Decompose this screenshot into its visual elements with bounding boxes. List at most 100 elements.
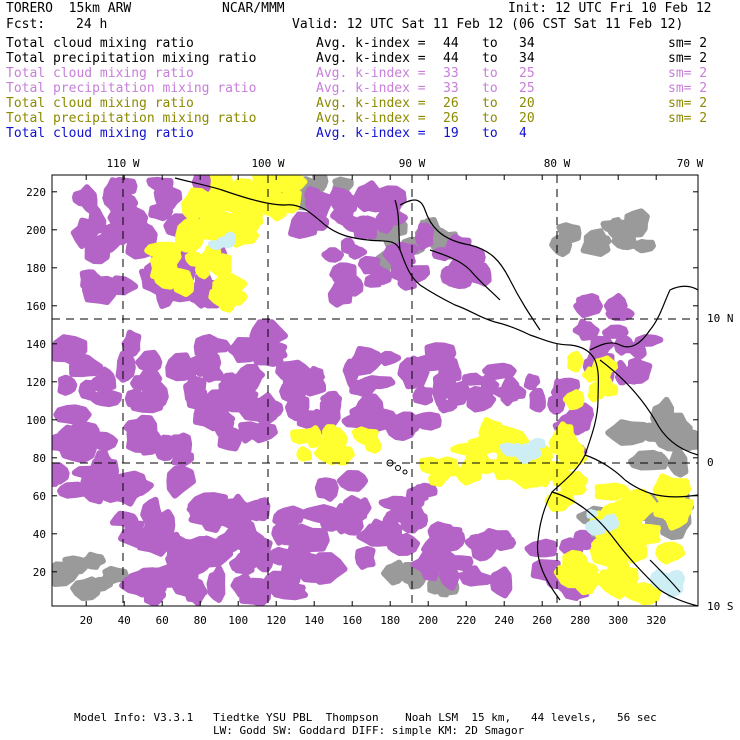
y-axis-labels: 20 40 60 80 100 120 140 160 180 200 220 (26, 186, 46, 579)
cloud-blob (528, 438, 546, 450)
cloud-blob (594, 482, 631, 501)
x-tick-label: 260 (532, 614, 552, 627)
y-tick-label: 220 (26, 186, 46, 199)
cloud-blob (489, 566, 513, 599)
y-tick-label: 80 (33, 452, 46, 465)
x-tick-label: 60 (156, 614, 169, 627)
cloud-blob (390, 254, 414, 283)
cloud-blob (357, 255, 381, 275)
cloud-blob (290, 428, 317, 445)
cloud-blob (53, 404, 92, 425)
cloud-blob (333, 443, 355, 466)
cloud-blob (462, 565, 483, 585)
cloud-blob (314, 477, 339, 502)
cloud-blob (526, 462, 555, 488)
cloud-blob (69, 352, 104, 378)
cloud-blob (121, 329, 142, 359)
cloud-blob (71, 465, 116, 482)
cloud-blob (627, 340, 647, 360)
cloud-blob (52, 470, 67, 487)
cloud-blob (184, 583, 207, 606)
cloud-blob (600, 219, 632, 233)
cloud-blob (307, 366, 325, 383)
cloud-blob (572, 321, 600, 341)
cloud-blob (417, 355, 449, 370)
x-tick-label: 20 (80, 614, 93, 627)
x-tick-label: 100 (228, 614, 248, 627)
cloud-blob (613, 552, 631, 580)
cloud-blob (320, 390, 342, 406)
y-tick-label: 60 (33, 490, 46, 503)
cloud-blob (549, 234, 573, 258)
cloud-blob (89, 389, 122, 408)
cloud-blob (287, 549, 318, 579)
cloud-blob (529, 388, 546, 413)
cloud-blob (342, 358, 361, 385)
cloud-blob (433, 464, 450, 483)
y-tick-label: 140 (26, 338, 46, 351)
x-tick-label: 180 (380, 614, 400, 627)
cloud-blob (89, 431, 118, 451)
cloud-blob (57, 374, 78, 396)
cloud-blob (247, 422, 278, 444)
cloud-blob (146, 176, 174, 192)
cloud-blob (200, 245, 222, 267)
physics-info: LW: Godd SW: Goddard DIFF: simple KM: 2D… (213, 724, 525, 737)
x-tick-label: 140 (304, 614, 324, 627)
cloud-blob (580, 228, 611, 257)
cloud-blob (135, 349, 163, 374)
cloud-blob (231, 521, 265, 554)
cloud-blob (246, 499, 266, 522)
weather-map: 20 40 60 80 100 120 140 160 180 200 220 20 40 60 80 10… (26, 157, 734, 627)
cloud-blob (206, 565, 226, 603)
cloud-blob (602, 324, 629, 339)
y-tick-label: 120 (26, 376, 46, 389)
cloud-blob (605, 306, 635, 321)
cloud-blob (628, 449, 670, 471)
cloud-blob (544, 490, 575, 512)
cloud-blob (134, 425, 164, 456)
cloud-blob (208, 240, 225, 250)
cloud-blob (579, 293, 600, 308)
cloud-blob (480, 373, 500, 397)
cloud-blob (200, 365, 226, 383)
model-info: Model Info: V3.3.1 Tiedtke YSU PBL Thomp… (74, 711, 657, 724)
cloud-blob (224, 231, 236, 243)
cloud-blob (414, 222, 435, 251)
cloud-blob (562, 389, 585, 411)
cloud-blob (331, 265, 350, 286)
cloud-blob (438, 560, 461, 591)
x-tick-label: 280 (570, 614, 590, 627)
y-tick-label: 200 (26, 224, 46, 237)
x-tick-label: 200 (418, 614, 438, 627)
cloud-blob (353, 215, 377, 240)
cloud-blob (208, 287, 234, 308)
cloud-blob (171, 451, 195, 467)
cloud-blob (500, 377, 521, 407)
cloud-blob (462, 372, 486, 386)
cloud-blob (573, 529, 591, 546)
cloud-blob (157, 509, 176, 543)
x-tick-label: 120 (266, 614, 286, 627)
cloud-fields (52, 175, 698, 606)
lon-label: 70 W (677, 157, 704, 170)
cloud-blob (575, 568, 601, 596)
cloud-blob (649, 568, 674, 590)
x-tick-label: 160 (342, 614, 362, 627)
lon-label: 90 W (399, 157, 426, 170)
cloud-blob (141, 384, 161, 406)
cloud-blob (77, 184, 98, 215)
cloud-blob (364, 435, 382, 454)
cloud-blob (275, 359, 313, 383)
lat-label: 10 N (707, 312, 734, 325)
cloud-blob (655, 541, 686, 565)
cloud-blob (106, 177, 138, 196)
cloud-blob (327, 280, 353, 308)
cloud-blob (322, 424, 340, 445)
cloud-blob (664, 495, 695, 523)
cloud-blob (335, 193, 358, 216)
cloud-blob (203, 407, 236, 429)
cloud-blob (523, 373, 541, 391)
cloud-blob (70, 576, 102, 602)
cloud-blob (524, 538, 558, 558)
